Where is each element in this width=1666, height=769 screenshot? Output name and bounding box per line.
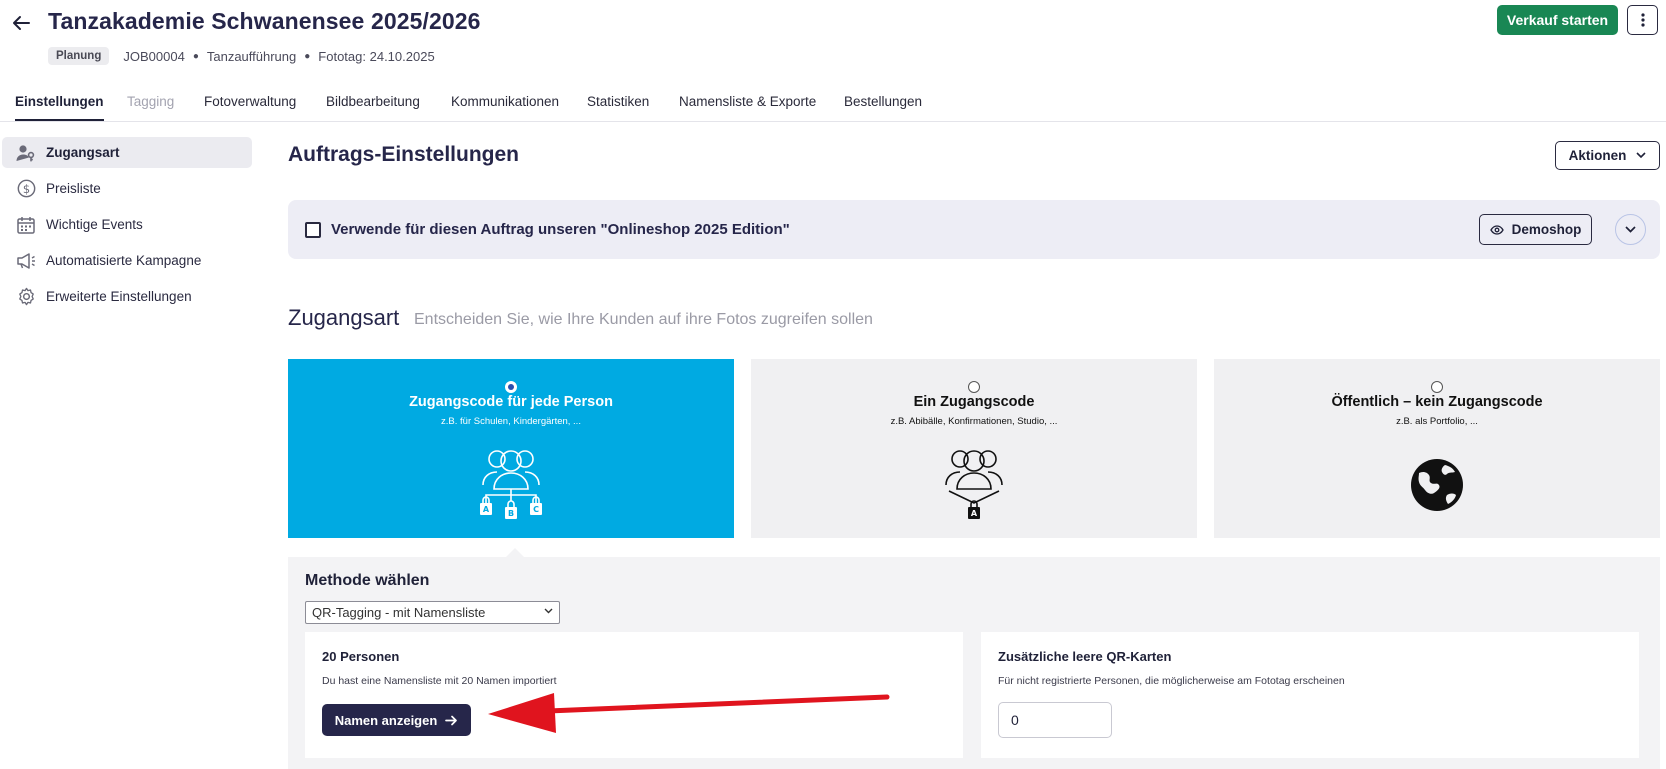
kebab-menu-icon [1640, 13, 1645, 27]
sidebar-item-zugangsart[interactable]: Zugangsart [2, 137, 252, 168]
persons-desc: Du hast eine Namensliste mit 20 Namen im… [322, 675, 557, 687]
tab-einstellungen[interactable]: Einstellungen [15, 94, 104, 121]
status-badge: Planung [48, 47, 110, 65]
option-title: Zugangscode für jede Person [409, 394, 613, 410]
svg-text:$: $ [22, 182, 29, 196]
method-panel: Methode wählen QR-Tagging - mit Namensli… [288, 557, 1660, 769]
chevron-down-icon [544, 608, 553, 614]
photo-day: Fototag: 24.10.2025 [318, 48, 435, 64]
qr-cards-desc: Für nicht registrierte Personen, die mög… [998, 675, 1345, 687]
sidebar-item-label: Wichtige Events [46, 217, 143, 232]
access-section-title: Zugangsart [288, 305, 400, 330]
calendar-icon [15, 214, 37, 236]
job-meta: Planung JOB00004 ● Tanzaufführung ● Foto… [48, 45, 435, 67]
eye-icon [1489, 224, 1504, 235]
option-subtitle: z.B. für Schulen, Kindergärten, ... [441, 416, 581, 427]
onlineshop-checkbox[interactable] [305, 222, 321, 238]
group-single-lock-icon: A [945, 450, 1003, 519]
user-key-icon [15, 142, 37, 164]
chevron-down-icon [1636, 152, 1646, 159]
onlineshop-label: Verwende für diesen Auftrag unseren "Onl… [331, 221, 790, 238]
tab-kommunikationen[interactable]: Kommunikationen [451, 94, 559, 109]
sidebar-item-preisliste[interactable]: $ Preisliste [2, 173, 252, 204]
access-section-subtitle: Entscheiden Sie, wie Ihre Kunden auf ihr… [414, 311, 873, 328]
method-select[interactable]: QR-Tagging - mit Namensliste [305, 601, 560, 624]
method-title: Methode wählen [305, 572, 430, 589]
dollar-circle-icon: $ [15, 178, 37, 200]
globe-icon [1411, 459, 1463, 511]
tab-fotoverwaltung[interactable]: Fotoverwaltung [204, 94, 296, 109]
gear-icon [15, 286, 37, 308]
tab-tagging[interactable]: Tagging [127, 94, 174, 109]
separator-dot: ● [304, 50, 311, 62]
job-type: Tanzaufführung [206, 48, 297, 64]
arrow-left-icon [13, 16, 30, 30]
qr-cards-title: Zusätzliche leere QR-Karten [998, 649, 1172, 664]
expand-banner-button[interactable] [1615, 214, 1646, 245]
lock-letter-a: A [971, 509, 978, 518]
tab-namensliste-exporte[interactable]: Namensliste & Exporte [679, 94, 816, 109]
tab-bar: Einstellungen Tagging Fotoverwaltung Bil… [0, 86, 1666, 122]
radio-button[interactable] [505, 381, 517, 393]
tab-bestellungen[interactable]: Bestellungen [844, 94, 922, 109]
sidebar-item-label: Erweiterte Einstellungen [46, 289, 192, 304]
option-subtitle: z.B. als Portfolio, ... [1396, 416, 1478, 427]
option-subtitle: z.B. Abibälle, Konfirmationen, Studio, .… [890, 416, 1058, 427]
page-title: Tanzakademie Schwanensee 2025/2026 [48, 8, 481, 34]
tab-bildbearbeitung[interactable]: Bildbearbeitung [326, 94, 420, 109]
sidebar-item-label: Preisliste [46, 181, 101, 196]
persons-card: 20 Personen Du hast eine Namensliste mit… [305, 632, 963, 758]
radio-button[interactable] [1431, 381, 1443, 393]
tab-statistiken[interactable]: Statistiken [587, 94, 649, 109]
show-names-label: Namen anzeigen [334, 712, 438, 728]
demoshop-label: Demoshop [1511, 222, 1582, 237]
qr-cards-count-input[interactable]: 0 [998, 702, 1112, 738]
sidebar-item-wichtige-events[interactable]: Wichtige Events [2, 209, 252, 240]
selected-card-pointer [506, 548, 524, 557]
demoshop-button[interactable]: Demoshop [1479, 214, 1592, 245]
start-sale-button[interactable]: Verkauf starten [1497, 5, 1618, 35]
main-title: Auftrags-Einstellungen [288, 143, 520, 166]
separator-dot: ● [192, 50, 199, 62]
sidebar-item-automatisierte-kampagne[interactable]: Automatisierte Kampagne [2, 245, 252, 276]
back-button[interactable] [10, 12, 32, 34]
sidebar-item-label: Zugangsart [46, 145, 120, 160]
lock-letter-c: C [533, 505, 539, 514]
persons-count: 20 Personen [322, 649, 400, 664]
access-option-public[interactable]: Öffentlich – kein Zugangscode z.B. als P… [1214, 359, 1660, 538]
actions-dropdown-button[interactable]: Aktionen [1555, 141, 1660, 170]
method-select-value: QR-Tagging - mit Namensliste [312, 605, 486, 620]
sidebar-item-label: Automatisierte Kampagne [46, 253, 202, 268]
qr-cards-card: Zusätzliche leere QR-Karten Für nicht re… [981, 632, 1639, 758]
lock-letter-a: A [483, 505, 490, 514]
access-option-code-per-person[interactable]: Zugangscode für jede Person z.B. für Sch… [288, 359, 734, 538]
more-options-button[interactable] [1627, 5, 1658, 35]
show-names-button[interactable]: Namen anzeigen [322, 704, 471, 736]
onlineshop-banner: Verwende für diesen Auftrag unseren "Onl… [288, 200, 1660, 259]
lock-letter-b: B [508, 509, 514, 518]
radio-button[interactable] [968, 381, 980, 393]
job-id: JOB00004 [123, 48, 185, 64]
chevron-down-icon [1625, 226, 1636, 233]
option-title: Öffentlich – kein Zugangscode [1331, 394, 1543, 410]
access-option-single-code[interactable]: Ein Zugangscode z.B. Abibälle, Konfirmat… [751, 359, 1197, 538]
sidebar-item-erweiterte-einstellungen[interactable]: Erweiterte Einstellungen [2, 281, 252, 312]
option-title: Ein Zugangscode [913, 394, 1035, 410]
actions-label: Aktionen [1568, 148, 1627, 163]
group-locks-abc-icon: A B C [480, 450, 542, 519]
arrow-right-icon [445, 715, 458, 725]
megaphone-icon [15, 250, 37, 272]
